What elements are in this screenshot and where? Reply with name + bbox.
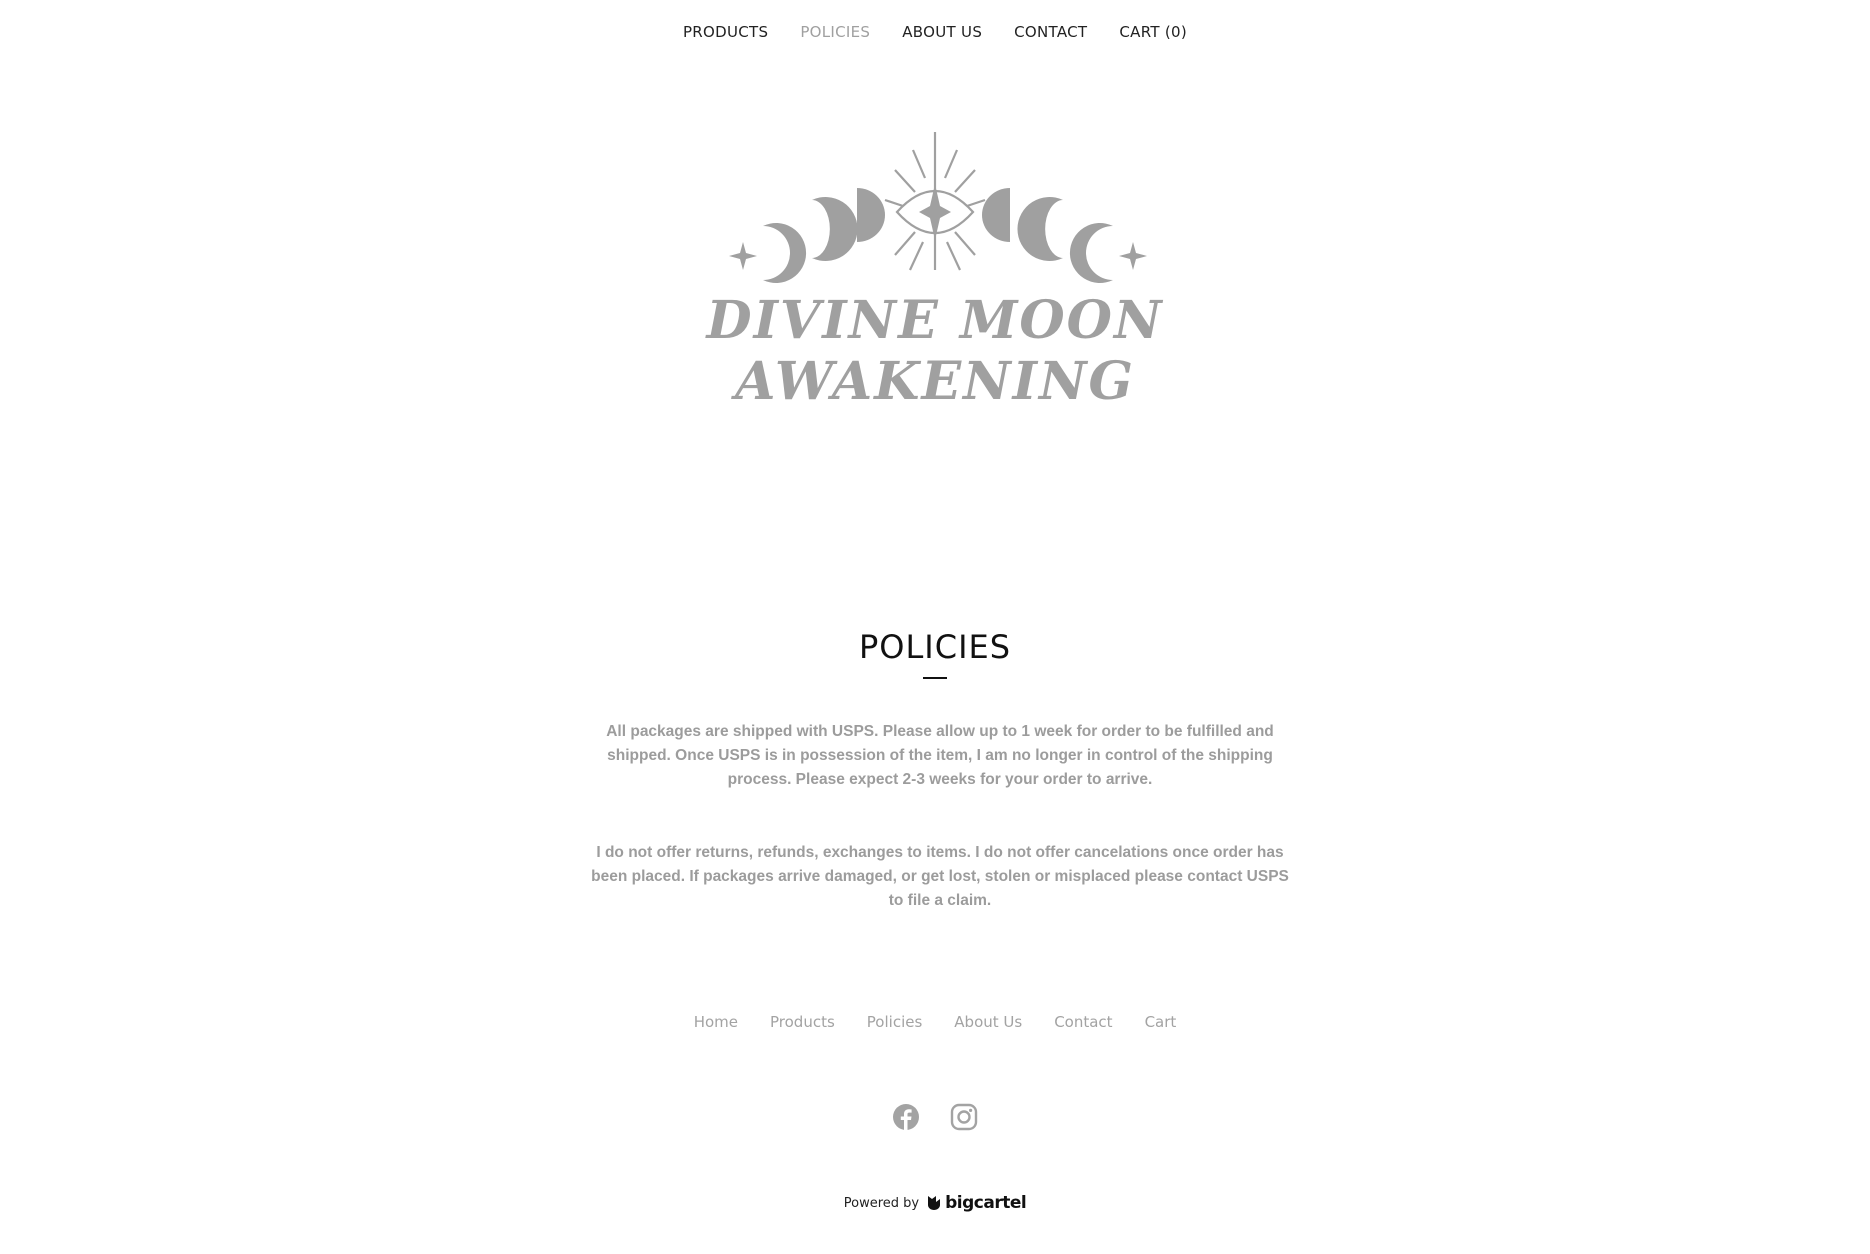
nav-cart[interactable]: CART (0) — [1119, 23, 1187, 41]
footer-nav: Home Products Policies About Us Contact … — [0, 1013, 1870, 1031]
footer-link-contact[interactable]: Contact — [1054, 1013, 1112, 1031]
instagram-icon[interactable] — [950, 1103, 978, 1131]
bigcartel-wordmark: bigcartel — [945, 1193, 1027, 1213]
nav-policies[interactable]: POLICIES — [800, 23, 870, 41]
powered-by-label: Powered by — [843, 1195, 920, 1211]
nav-about-us[interactable]: ABOUT US — [902, 23, 982, 41]
social-links — [0, 1103, 1870, 1131]
footer-link-about-us[interactable]: About Us — [954, 1013, 1022, 1031]
footer-link-home[interactable]: Home — [694, 1013, 738, 1031]
page-title: POLICIES — [858, 628, 1012, 666]
footer-link-products[interactable]: Products — [770, 1013, 835, 1031]
footer-link-policies[interactable]: Policies — [867, 1013, 922, 1031]
nav-products[interactable]: PRODUCTS — [683, 23, 768, 41]
returns-policy-text: I do not offer returns, refunds, exchang… — [591, 844, 1289, 909]
store-logo[interactable]: DIVINE MOON AWAKENING — [585, 130, 1285, 412]
title-divider — [923, 677, 947, 679]
bigcartel-mark-icon — [928, 1196, 941, 1210]
nav-contact[interactable]: CONTACT — [1014, 23, 1087, 41]
powered-by-bigcartel[interactable]: Powered by bigcartel — [0, 1193, 1870, 1213]
main-nav: PRODUCTS POLICIES ABOUT US CONTACT CART … — [0, 0, 1870, 64]
facebook-icon[interactable] — [892, 1103, 920, 1131]
footer-link-cart[interactable]: Cart — [1145, 1013, 1177, 1031]
logo-wordmark: DIVINE MOON AWAKENING — [706, 290, 1164, 412]
shipping-policy-text: All packages are shipped with USPS. Plea… — [606, 723, 1274, 788]
bigcartel-logo: bigcartel — [927, 1193, 1027, 1213]
